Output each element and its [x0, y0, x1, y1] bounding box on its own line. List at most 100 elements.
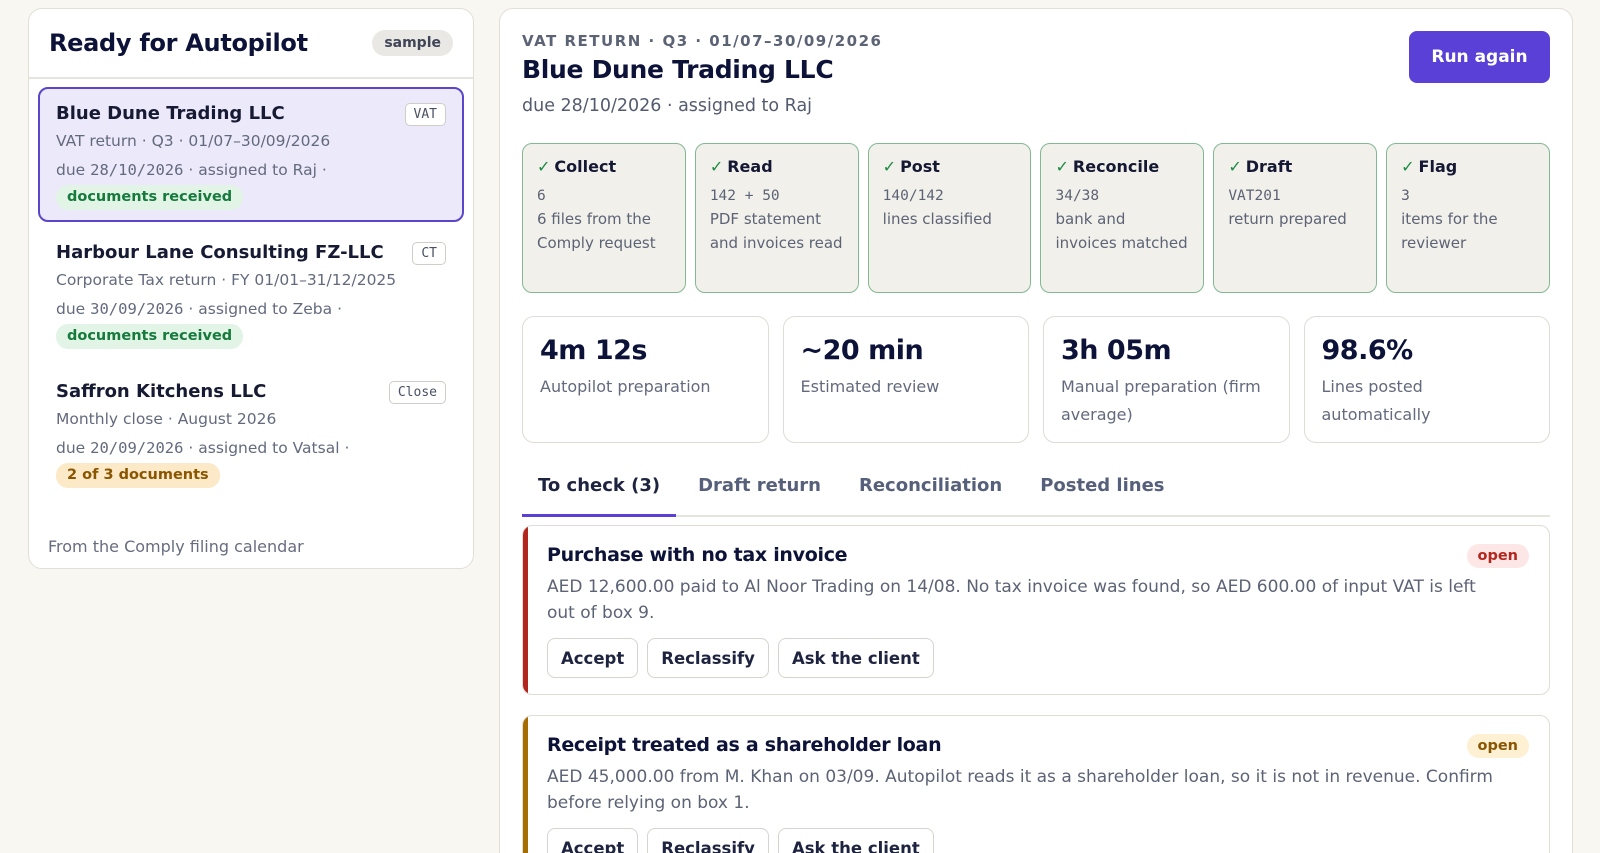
accept-button[interactable]: Accept: [547, 638, 639, 678]
step-collect: ✓ Collect 6 6 files from the Comply reque…: [522, 143, 686, 293]
check-icon: ✓: [1228, 157, 1242, 176]
review-actions: Accept Reclassify Ask the client: [547, 638, 1529, 678]
pipeline-steps: ✓ Collect 6 6 files from the Comply reque…: [522, 143, 1550, 293]
queue-title: Ready for Autopilot: [49, 29, 308, 57]
client-subtitle: due 28/10/2026 · assigned to Raj: [522, 96, 813, 116]
return-eyebrow: VAT RETURN · Q3 · 01/07–30/09/2026: [522, 32, 883, 50]
check-icon: ✓: [1401, 157, 1415, 176]
due-date: 28/10/2026: [90, 161, 184, 179]
step-value: 6: [537, 188, 546, 204]
case-period: VAT return · Q3 · 01/07–30/09/2026: [56, 132, 331, 150]
step-title: ✓ Collect: [537, 156, 671, 178]
review-actions: Accept Reclassify Ask the client: [547, 828, 1529, 853]
step-description: items for the reviewer: [1401, 210, 1498, 252]
metric-estimated-review: ~20 min Estimated review: [782, 316, 1029, 443]
due-date: 30/09/2026: [90, 300, 184, 318]
step-description: lines classified: [882, 210, 992, 228]
due-prefix: due: [56, 161, 91, 179]
step-value: 34/38: [1055, 188, 1100, 204]
case-name: Saffron Kitchens LLC: [56, 381, 267, 402]
case-due-line: due 30/09/2026 · assigned to Zeba ·: [56, 295, 446, 324]
review-item-title: Purchase with no tax invoice: [547, 544, 848, 566]
case-period: Monthly close · August 2026: [56, 410, 277, 428]
review-item-text: AED 12,600.00 paid to Al Noor Trading on…: [547, 577, 1476, 623]
ask-client-button[interactable]: Ask the client: [777, 638, 934, 678]
case-period: Corporate Tax return · FY 01/01–31/12/20…: [56, 271, 397, 289]
metric-manual-preparation: 3h 05m Manual preparation (firm average): [1043, 316, 1290, 443]
metric-label: Autopilot preparation: [540, 377, 711, 396]
step-draft: ✓ Draft VAT201 return prepared: [1213, 143, 1378, 293]
autopilot-queue-panel: Ready for Autopilot sample Blue Dune Tra…: [28, 8, 474, 569]
review-item-title: Receipt treated as a shareholder loan: [547, 734, 942, 756]
step-value: VAT201: [1228, 188, 1281, 204]
metric-autopilot-preparation: 4m 12s Autopilot preparation: [522, 316, 769, 443]
case-type-tag: CT: [412, 242, 446, 265]
detail-tabs: To check (3) Draft return Reconciliation…: [522, 471, 1550, 517]
step-reconcile: ✓ Reconcile 34/38 bank and invoices match…: [1040, 143, 1205, 293]
step-title: ✓ Reconcile: [1055, 156, 1189, 178]
metric-value: 3h 05m: [1061, 335, 1172, 366]
case-status-badge: 2 of 3 documents: [56, 463, 220, 488]
step-title-text: Flag: [1418, 157, 1458, 176]
queue-header: Ready for Autopilot sample: [29, 9, 473, 79]
step-description: bank and invoices matched: [1055, 210, 1188, 252]
ask-client-button[interactable]: Ask the client: [777, 828, 934, 853]
due-date: 20/09/2026: [90, 439, 184, 457]
step-value: 142 + 50: [709, 188, 780, 204]
metric-label: Manual preparation (firm average): [1061, 377, 1261, 424]
check-icon: ✓: [1055, 157, 1069, 176]
step-value: 140/142: [882, 188, 944, 204]
due-prefix: due: [56, 439, 91, 457]
step-title-text: Collect: [554, 157, 617, 176]
case-due-line: due 28/10/2026 · assigned to Raj ·: [56, 156, 446, 185]
tab-posted-lines[interactable]: Posted lines: [1024, 471, 1180, 517]
accept-button[interactable]: Accept: [547, 828, 639, 853]
step-title: ✓ Flag: [1401, 156, 1535, 178]
case-item-harbour-lane[interactable]: Harbour Lane Consulting FZ-LLC CT Corpor…: [38, 226, 464, 361]
case-name: Blue Dune Trading LLC: [56, 103, 285, 124]
case-type-tag: Close: [388, 381, 446, 404]
case-item-saffron-kitchens[interactable]: Saffron Kitchens LLC Close Monthly close…: [38, 365, 464, 500]
reclassify-button[interactable]: Reclassify: [647, 828, 769, 853]
case-name: Harbour Lane Consulting FZ-LLC: [56, 242, 384, 263]
metric-lines-posted: 98.6% Lines posted automatically: [1303, 316, 1550, 443]
review-status-badge: open: [1466, 734, 1529, 758]
step-title: ✓ Read: [710, 156, 844, 178]
metric-label: Estimated review: [800, 377, 940, 396]
case-list: Blue Dune Trading LLC VAT VAT return · Q…: [29, 79, 473, 500]
case-assignee: · assigned to Raj ·: [183, 161, 327, 179]
queue-footer-note: From the Comply filing calendar: [48, 537, 304, 556]
case-due-line: due 20/09/2026 · assigned to Vatsal ·: [56, 434, 446, 463]
case-type-tag: VAT: [404, 103, 446, 126]
check-icon: ✓: [709, 157, 724, 176]
case-assignee: · assigned to Vatsal ·: [183, 439, 350, 457]
step-title-text: Draft: [1245, 157, 1293, 176]
step-description: return prepared: [1228, 210, 1347, 228]
metric-value: 98.6%: [1321, 335, 1414, 366]
sample-badge: sample: [372, 30, 453, 56]
step-title: ✓ Post: [883, 156, 1017, 178]
reclassify-button[interactable]: Reclassify: [647, 638, 769, 678]
client-title: Blue Dune Trading LLC: [522, 55, 834, 84]
case-status-badge: documents received: [56, 324, 244, 349]
metrics-row: 4m 12s Autopilot preparation ~20 min Est…: [522, 316, 1550, 443]
step-read: ✓ Read 142 + 50 PDF statement and invoice…: [694, 143, 859, 293]
review-status-badge: open: [1466, 544, 1529, 568]
tab-reconciliation[interactable]: Reconciliation: [843, 471, 1018, 517]
metric-label: Lines posted automatically: [1321, 377, 1431, 424]
step-title-text: Read: [727, 157, 773, 176]
step-title-text: Post: [900, 157, 940, 176]
case-assignee: · assigned to Zeba ·: [183, 300, 343, 318]
metric-value: 4m 12s: [540, 335, 647, 366]
case-detail-panel: VAT RETURN · Q3 · 01/07–30/09/2026 Blue …: [499, 8, 1573, 853]
review-item-text: AED 45,000.00 from M. Khan on 03/09. Aut…: [547, 767, 1493, 813]
run-again-button[interactable]: Run again: [1409, 31, 1550, 83]
due-prefix: due: [56, 300, 91, 318]
step-title: ✓ Draft: [1228, 156, 1362, 178]
step-description: 6 files from the Comply request: [537, 210, 656, 252]
tab-draft-return[interactable]: Draft return: [682, 471, 837, 517]
case-item-blue-dune[interactable]: Blue Dune Trading LLC VAT VAT return · Q…: [38, 87, 464, 222]
step-value: 3: [1401, 188, 1410, 204]
metric-value: ~20 min: [800, 335, 924, 366]
tab-to-check[interactable]: To check (3): [522, 471, 677, 517]
